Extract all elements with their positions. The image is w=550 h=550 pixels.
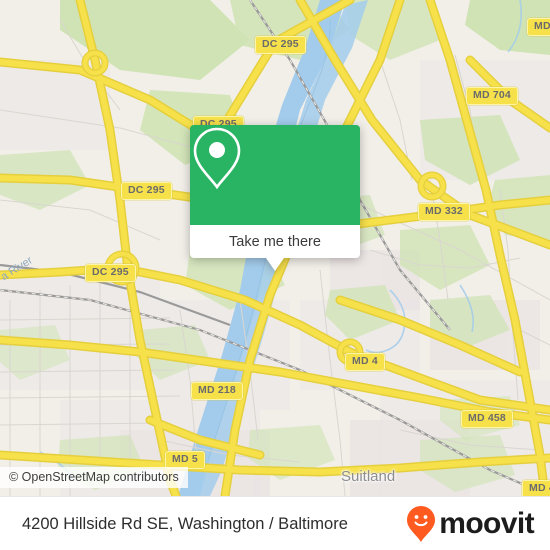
- shield-md[interactable]: MD: [527, 18, 550, 36]
- moovit-wordmark: moovit: [439, 507, 534, 540]
- shield-dc-295-south[interactable]: DC 295: [85, 264, 136, 282]
- place-label-suitland: Suitland: [341, 468, 396, 485]
- shield-md-458[interactable]: MD 458: [461, 410, 513, 428]
- shield-md-332[interactable]: MD 332: [418, 203, 470, 221]
- take-me-there-button[interactable]: Take me there: [190, 225, 360, 258]
- shield-dc-295-north[interactable]: DC 295: [255, 36, 306, 54]
- map-screenshot: a River Suitland MD DC 295 MD 704 DC 295…: [0, 0, 550, 550]
- shield-md-4-corner[interactable]: MD 4: [522, 480, 550, 496]
- shield-dc-295-west[interactable]: DC 295: [121, 182, 172, 200]
- shield-md-704[interactable]: MD 704: [466, 87, 518, 105]
- moovit-smiley-pin-icon: [407, 506, 436, 542]
- map-canvas[interactable]: a River Suitland MD DC 295 MD 704 DC 295…: [0, 0, 550, 496]
- map-pin-icon: [193, 127, 241, 190]
- map-attribution[interactable]: © OpenStreetMap contributors: [0, 467, 188, 488]
- shield-md-4-center[interactable]: MD 4: [345, 353, 385, 371]
- footer-bar: 4200 Hillside Rd SE, Washington / Baltim…: [0, 496, 550, 550]
- shield-md-218[interactable]: MD 218: [191, 382, 243, 400]
- popup-header: [190, 125, 360, 225]
- moovit-logo[interactable]: moovit: [406, 505, 535, 543]
- take-me-there-label: Take me there: [229, 233, 321, 250]
- location-popup-card[interactable]: Take me there: [190, 125, 360, 271]
- popup-tail: [266, 258, 284, 271]
- shield-md-5[interactable]: MD 5: [165, 451, 205, 469]
- address-label: 4200 Hillside Rd SE, Washington / Baltim…: [22, 514, 348, 533]
